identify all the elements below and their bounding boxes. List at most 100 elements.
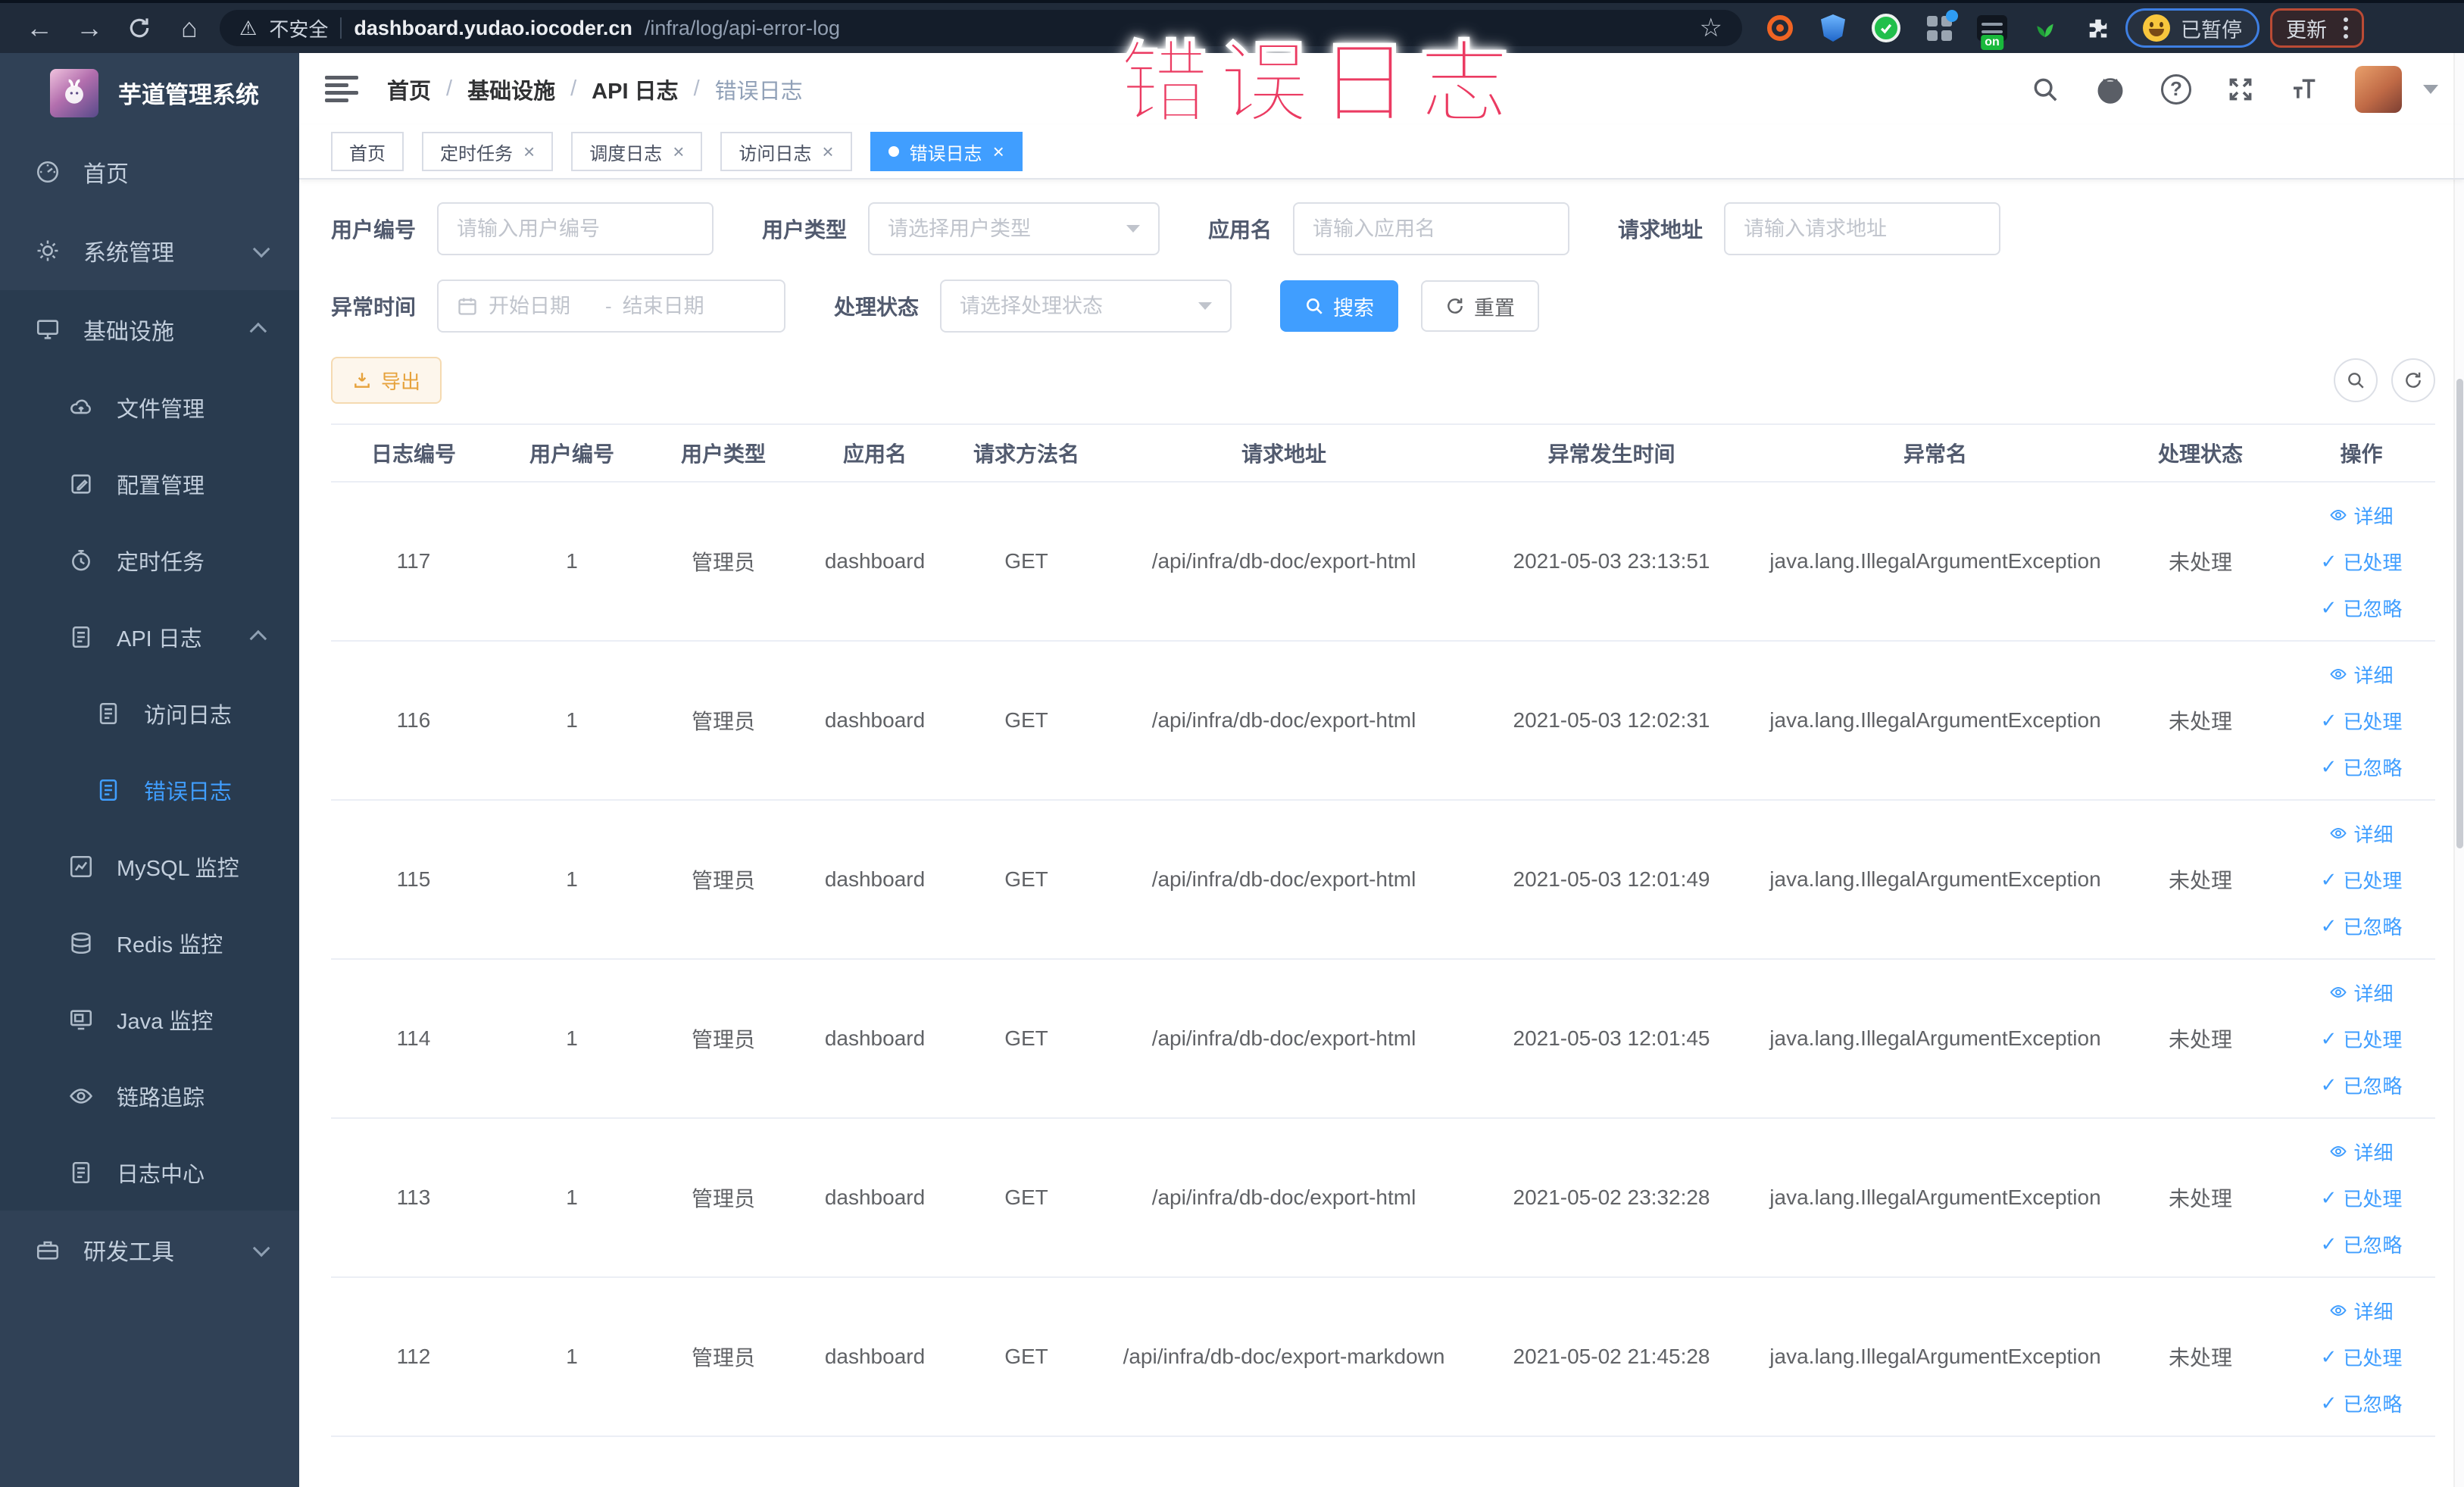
export-button[interactable]: 导出 [331, 357, 442, 404]
exception-time-range-picker[interactable]: - [437, 280, 786, 333]
sidebar-item-config-management[interactable]: 配置管理 [0, 445, 299, 522]
extensions-puzzle-icon[interactable] [2081, 11, 2115, 45]
mark-processed-link[interactable]: ✓ 已处理 [2321, 1025, 2403, 1053]
sidebar-item-mysql-monitor[interactable]: MySQL 监控 [0, 828, 299, 904]
user-id-field[interactable] [457, 217, 695, 241]
breadcrumb-home[interactable]: 首页 [387, 73, 431, 105]
mark-ignored-link[interactable]: ✓ 已忽略 [2321, 1071, 2403, 1099]
process-status-field[interactable] [960, 294, 1188, 318]
docs-help-icon[interactable]: ? [2161, 73, 2191, 105]
detail-link[interactable]: 详细 [2329, 1297, 2394, 1325]
sidebar-logo[interactable]: 芋道管理系统 [0, 53, 299, 133]
extension-on-badge-icon[interactable]: on [1975, 11, 2009, 50]
mark-processed-link[interactable]: ✓ 已处理 [2321, 1343, 2403, 1371]
sidebar-item-dev-tools[interactable]: 研发工具 [0, 1211, 299, 1289]
process-status-select[interactable] [940, 280, 1232, 333]
page-scrollbar[interactable] [2453, 53, 2464, 1487]
paused-extension-pill[interactable]: 已暂停 [2125, 8, 2259, 48]
user-avatar[interactable] [2355, 65, 2402, 113]
mark-ignored-link[interactable]: ✓ 已忽略 [2321, 594, 2403, 622]
mark-ignored-link[interactable]: ✓ 已忽略 [2321, 1230, 2403, 1258]
refresh-table-button[interactable] [2391, 358, 2435, 402]
reload-icon[interactable] [120, 8, 159, 48]
sidebar-item-file-management[interactable]: 文件管理 [0, 369, 299, 445]
check-icon: ✓ [2320, 550, 2338, 573]
address-bar[interactable]: ⚠ 不安全 dashboard.yudao.iocoder.cn /infra/… [220, 10, 1742, 46]
detail-link[interactable]: 详细 [2329, 820, 2394, 848]
mark-processed-link[interactable]: ✓ 已处理 [2321, 866, 2403, 894]
close-icon[interactable]: × [822, 142, 833, 161]
detail-link[interactable]: 详细 [2329, 661, 2394, 689]
check-icon: ✓ [2320, 914, 2338, 937]
sidebar-item-scheduled-jobs[interactable]: 定时任务 [0, 522, 299, 598]
user-id-label: 用户编号 [331, 218, 417, 242]
detail-link[interactable]: 详细 [2329, 501, 2394, 530]
sidebar-item-home[interactable]: 首页 [0, 133, 299, 211]
close-icon[interactable]: × [673, 142, 684, 161]
sidebar-item-system[interactable]: 系统管理 [0, 211, 299, 290]
mark-ignored-link[interactable]: ✓ 已忽略 [2321, 912, 2403, 940]
extension-plant-icon[interactable] [2028, 11, 2062, 45]
chevron-down-icon [1198, 302, 1213, 310]
font-size-icon[interactable] [2290, 74, 2320, 105]
mark-processed-link[interactable]: ✓ 已处理 [2321, 707, 2403, 735]
avatar-caret-icon[interactable] [2423, 84, 2438, 94]
extension-grid-icon[interactable] [1922, 9, 1958, 45]
check-icon: ✓ [2320, 709, 2338, 732]
extension-orange-icon[interactable] [1763, 11, 1797, 45]
table-row: 116 1 管理员 dashboard GET /api/infra/db-do… [331, 642, 2435, 801]
tag-home[interactable]: 首页 [331, 132, 404, 171]
sidebar-item-log-center[interactable]: 日志中心 [0, 1134, 299, 1211]
home-icon[interactable]: ⌂ [170, 8, 209, 48]
request-url-label: 请求地址 [1618, 218, 1704, 242]
close-icon[interactable]: × [993, 142, 1004, 161]
tag-schedule-log[interactable]: 调度日志 × [571, 132, 703, 171]
table-row: 112 1 管理员 dashboard GET /api/infra/db-do… [331, 1278, 2435, 1437]
breadcrumb-infrastructure[interactable]: 基础设施 [467, 73, 555, 105]
sidebar-item-api-log[interactable]: API 日志 [0, 598, 299, 675]
sidebar-item-error-log[interactable]: 错误日志 [0, 751, 299, 828]
fullscreen-icon[interactable] [2226, 75, 2255, 104]
back-icon[interactable]: ← [20, 8, 59, 48]
scrollbar-thumb[interactable] [2456, 379, 2463, 848]
search-icon[interactable] [2031, 75, 2060, 104]
mark-ignored-link[interactable]: ✓ 已忽略 [2321, 1389, 2403, 1417]
detail-link[interactable]: 详细 [2329, 1138, 2394, 1166]
hamburger-icon[interactable] [325, 75, 358, 103]
sidebar-item-redis-monitor[interactable]: Redis 监控 [0, 904, 299, 981]
url-domain: dashboard.yudao.iocoder.cn [354, 16, 632, 39]
extension-shield-icon[interactable] [1816, 11, 1850, 45]
mark-processed-link[interactable]: ✓ 已处理 [2321, 548, 2403, 576]
extension-green-check-icon[interactable] [1869, 11, 1903, 45]
sidebar-item-java-monitor[interactable]: Java 监控 [0, 981, 299, 1057]
tag-error-log[interactable]: 错误日志 × [870, 132, 1023, 171]
github-icon[interactable] [2094, 73, 2126, 105]
reset-button[interactable]: 重置 [1421, 280, 1540, 332]
mark-ignored-link[interactable]: ✓ 已忽略 [2321, 753, 2403, 781]
app-name-input[interactable] [1293, 202, 1570, 255]
sidebar-item-tracing[interactable]: 链路追踪 [0, 1057, 299, 1134]
forward-icon[interactable]: → [70, 8, 109, 48]
mark-processed-link[interactable]: ✓ 已处理 [2321, 1184, 2403, 1212]
sidebar-item-access-log[interactable]: 访问日志 [0, 675, 299, 751]
search-button[interactable]: 搜索 [1280, 280, 1399, 332]
user-id-input[interactable] [437, 202, 714, 255]
user-type-field[interactable] [888, 217, 1116, 241]
sidebar-infra-group: 基础设施 文件管理 配置管理 定时任务 API 日志 访问日志 错误日志 MyS… [0, 290, 299, 1211]
tag-scheduled-jobs[interactable]: 定时任务 × [422, 132, 554, 171]
toggle-search-button[interactable] [2334, 358, 2378, 402]
sidebar-item-infrastructure[interactable]: 基础设施 [0, 290, 299, 369]
browser-update-button[interactable]: 更新 [2270, 8, 2364, 48]
detail-link[interactable]: 详细 [2329, 979, 2394, 1007]
start-date-field[interactable] [489, 294, 595, 318]
tag-access-log[interactable]: 访问日志 × [720, 132, 852, 171]
request-url-field[interactable] [1744, 217, 1982, 241]
bookmark-star-icon[interactable]: ☆ [1700, 13, 1722, 43]
request-url-input[interactable] [1724, 202, 2001, 255]
user-type-select[interactable] [868, 202, 1160, 255]
close-icon[interactable]: × [523, 142, 535, 161]
browser-menu-icon[interactable] [2344, 17, 2348, 39]
breadcrumb-api-log[interactable]: API 日志 [592, 73, 678, 105]
app-name-field[interactable] [1313, 217, 1551, 241]
end-date-field[interactable] [622, 294, 729, 318]
